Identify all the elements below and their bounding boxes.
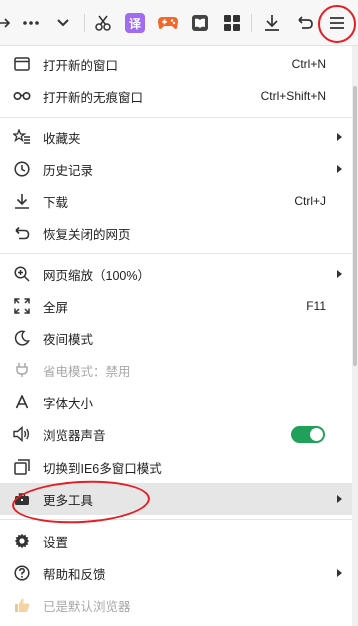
menu-item-bookmarks[interactable]: 收藏夹	[0, 121, 352, 153]
multi-window-icon	[13, 458, 31, 476]
menu-item-label: 帮助和反馈	[43, 567, 106, 582]
menu-item-label: 切换到IE6多窗口模式	[43, 461, 162, 476]
font-icon	[13, 393, 31, 411]
download-icon[interactable]	[259, 10, 285, 36]
menu-item-label: 设置	[43, 535, 69, 550]
menu-divider	[0, 519, 352, 520]
window-icon	[13, 55, 31, 73]
more-icon[interactable]	[18, 10, 44, 36]
menu-item-new-window[interactable]: 打开新的窗口 Ctrl+N	[0, 48, 352, 80]
menu-item-label: 全屏	[43, 300, 69, 315]
menu-item-label: 打开新的窗口	[43, 58, 119, 73]
menu-item-label: 历史记录	[43, 163, 94, 178]
download-icon	[13, 192, 31, 210]
menu-item-help[interactable]: 帮助和反馈	[0, 557, 352, 589]
apps-icon[interactable]	[219, 10, 245, 36]
menu-scrollbar[interactable]	[352, 46, 358, 626]
menu-item-label: 网页缩放（100%）	[43, 268, 150, 283]
menu-icon[interactable]	[324, 10, 350, 36]
menu-item-label: 浏览器声音	[43, 428, 106, 443]
speaker-icon	[13, 425, 31, 443]
translate-icon[interactable]: 译	[122, 10, 148, 36]
gear-icon	[13, 532, 31, 550]
menu-item-label: 打开新的无痕窗口	[43, 90, 144, 105]
menu-item-shortcut: Ctrl+J	[294, 194, 326, 208]
menu-divider	[0, 117, 352, 118]
help-icon	[13, 564, 31, 582]
translate-badge: 译	[125, 13, 145, 33]
undo-icon	[13, 224, 31, 242]
menu-item-shortcut: Ctrl+N	[291, 57, 326, 71]
submenu-arrow-icon	[337, 270, 342, 278]
menu-item-label: 收藏夹	[43, 131, 81, 146]
menu-item-label: 夜间模式	[43, 332, 94, 347]
incognito-icon	[13, 87, 31, 105]
moon-icon	[13, 329, 31, 347]
menu-item-ie6-mode[interactable]: 切换到IE6多窗口模式	[0, 451, 352, 483]
thumbs-up-icon	[13, 596, 31, 614]
chevron-down-icon[interactable]	[50, 10, 76, 36]
menu-item-restore-closed[interactable]: 恢复关闭的网页	[0, 217, 352, 249]
fullscreen-icon	[13, 297, 31, 315]
menu-item-zoom[interactable]: 网页缩放（100%）	[0, 258, 352, 290]
menu-item-label: 字体大小	[43, 396, 94, 411]
menu-item-browser-sound[interactable]: 浏览器声音	[0, 418, 352, 450]
scrollbar-thumb[interactable]	[353, 86, 357, 366]
menu-item-label: 更多工具	[43, 493, 94, 508]
menu-item-label: 下载	[43, 195, 69, 210]
toolbar-divider	[84, 14, 85, 32]
scissors-icon[interactable]	[90, 10, 116, 36]
reader-icon[interactable]	[187, 10, 213, 36]
menu-item-shortcut: Ctrl+Shift+N	[260, 89, 326, 103]
menu-item-shortcut: F11	[306, 299, 326, 313]
menu-item-new-private-window[interactable]: 打开新的无痕窗口 Ctrl+Shift+N	[0, 80, 352, 112]
plug-icon	[13, 361, 31, 379]
star-list-icon	[13, 128, 31, 146]
clock-icon	[13, 160, 31, 178]
menu-item-font-size[interactable]: 字体大小	[0, 386, 352, 418]
sound-toggle[interactable]	[291, 426, 325, 443]
menu-item-fullscreen[interactable]: 全屏 F11	[0, 290, 352, 322]
toolbox-icon	[13, 490, 31, 508]
menu-divider	[0, 253, 352, 254]
submenu-arrow-icon	[337, 165, 342, 173]
menu-item-settings[interactable]: 设置	[0, 525, 352, 557]
browser-toolbar: 译	[0, 0, 358, 46]
game-icon[interactable]	[155, 10, 181, 36]
zoom-in-icon	[13, 265, 31, 283]
toolbar-divider	[251, 14, 252, 32]
main-menu: 打开新的窗口 Ctrl+N 打开新的无痕窗口 Ctrl+Shift+N 收藏夹 …	[0, 46, 352, 626]
arrow-icon[interactable]	[0, 10, 16, 36]
submenu-arrow-icon	[337, 495, 342, 503]
submenu-arrow-icon	[337, 133, 342, 141]
toggle-knob	[310, 428, 323, 441]
menu-item-default-browser: 已是默认浏览器	[0, 589, 352, 621]
menu-item-night-mode[interactable]: 夜间模式	[0, 322, 352, 354]
menu-item-more-tools[interactable]: 更多工具	[0, 483, 352, 515]
menu-item-downloads[interactable]: 下载 Ctrl+J	[0, 185, 352, 217]
menu-item-label: 省电模式：禁用	[43, 364, 131, 379]
undo-icon[interactable]	[292, 10, 318, 36]
submenu-arrow-icon	[337, 569, 342, 577]
menu-item-history[interactable]: 历史记录	[0, 153, 352, 185]
menu-item-label: 已是默认浏览器	[43, 599, 131, 614]
menu-item-power-saver: 省电模式：禁用	[0, 354, 352, 386]
menu-item-label: 恢复关闭的网页	[43, 227, 131, 242]
